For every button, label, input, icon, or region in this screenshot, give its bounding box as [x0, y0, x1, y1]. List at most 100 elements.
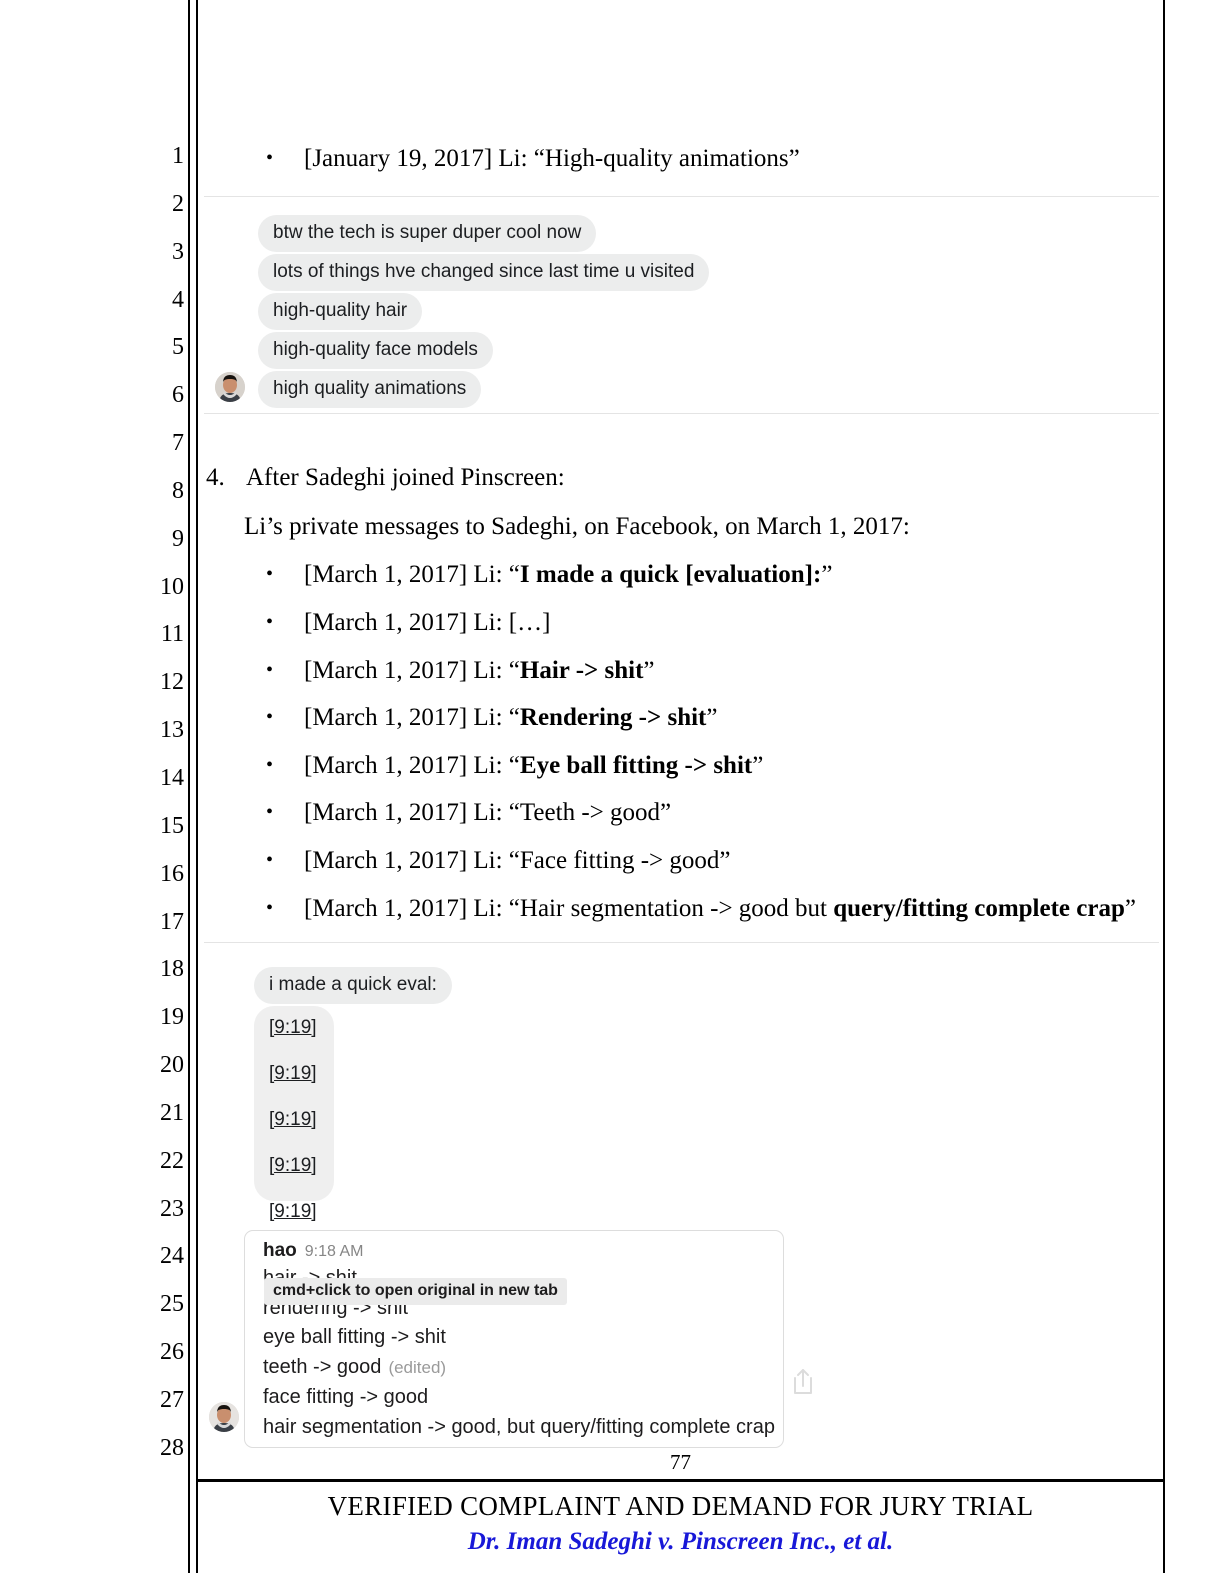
page-number: 77 [670, 1450, 691, 1474]
line-number: 17 [160, 908, 184, 935]
line-number: 21 [160, 1099, 184, 1126]
bullet-march-1-evaluation: • [March 1, 2017] Li: “I made a quick [e… [266, 559, 832, 590]
line-number: 6 [172, 382, 184, 409]
hao-avatar [209, 1402, 239, 1432]
cmd-click-tooltip: cmd+click to open original in new tab [264, 1278, 567, 1305]
message-bubble: lots of things hve changed since last ti… [258, 254, 710, 291]
footer-rule [198, 1479, 1163, 1482]
bullet-bold: I made a quick [evaluation]: [519, 561, 822, 588]
message-row: btw the tech is super duper cool now [258, 215, 597, 252]
bullet-tail: ” [706, 704, 718, 731]
bullet-text: [March 1, 2017] Li: “Eye ball fitting ->… [304, 750, 763, 781]
bullet-march-1-teeth: • [March 1, 2017] Li: “Teeth -> good” [266, 797, 671, 828]
timestamp-link[interactable]: [9:19] [269, 1109, 317, 1131]
line-number: 24 [160, 1243, 184, 1270]
intro-paragraph: Li’s private messages to Sadeghi, on Fac… [244, 513, 910, 540]
bullet-marker: • [266, 147, 274, 169]
slack-edited-badge: (edited) [388, 1358, 447, 1377]
bullet-bold: Hair -> shit [519, 657, 644, 684]
line-number: 28 [160, 1434, 184, 1461]
screenshot-top-divider [204, 196, 1159, 197]
numbered-item-4: 4. After Sadeghi joined Pinscreen: [206, 462, 565, 493]
slack-timestamp[interactable]: 9:18 AM [305, 1243, 364, 1260]
timestamp-link[interactable]: [9:19] [269, 1063, 317, 1085]
bullet-march-1-hairsegmentation: • [March 1, 2017] Li: “Hair segmentation… [266, 893, 1136, 924]
message-bubble: btw the tech is super duper cool now [258, 215, 597, 252]
bullet-bold: Rendering -> shit [519, 704, 707, 731]
timestamp-link[interactable]: [9:19] [269, 1017, 317, 1039]
bullet-january-19: • [January 19, 2017] Li: “High-quality a… [266, 143, 800, 174]
document-body: • [January 19, 2017] Li: “High-quality a… [204, 0, 1159, 1573]
bullet-tail: ” [821, 561, 833, 588]
bullet-plain: [March 1, 2017] Li: “ [304, 657, 520, 684]
share-icon[interactable] [789, 1366, 817, 1396]
line-number: 19 [160, 1004, 184, 1031]
bullet-marker: • [266, 897, 274, 919]
pleading-page: 1 2 3 4 5 6 7 8 9 10 11 12 13 14 15 16 1… [0, 0, 1216, 1573]
bullet-plain: [March 1, 2017] Li: […] [304, 609, 551, 636]
line-number: 14 [160, 764, 184, 791]
line-number: 22 [160, 1147, 184, 1174]
line-number: 4 [172, 286, 184, 313]
bullet-plain: [March 1, 2017] Li: “Hair segmentation -… [304, 895, 834, 922]
bullet-marker: • [266, 563, 274, 585]
line-number: 13 [160, 717, 184, 744]
timestamp-bubble: [9:19] [9:19] [9:19] [9:19] [9:19] [254, 1006, 334, 1222]
footer-title: VERIFIED COMPLAINT AND DEMAND FOR JURY T… [327, 1491, 1034, 1521]
bullet-tail: ” [1124, 895, 1136, 922]
slack-line: hair segmentation -> good, but query/fit… [263, 1416, 775, 1438]
right-rule [1163, 0, 1165, 1573]
hao-avatar [215, 372, 245, 402]
timestamp-link[interactable]: [9:19] [269, 1201, 317, 1223]
bullet-marker: • [266, 849, 274, 871]
bullet-bold: query/fitting complete crap [833, 895, 1125, 922]
bullet-text: [March 1, 2017] Li: “Face fitting -> goo… [304, 845, 730, 876]
bullet-marker: • [266, 659, 274, 681]
bullet-marker: • [266, 611, 274, 633]
message-row: i made a quick eval: [254, 967, 452, 1004]
bullet-bold: Eye ball fitting -> shit [519, 752, 753, 779]
message-row: high quality animations [258, 371, 482, 408]
message-bubble: high-quality hair [258, 293, 423, 330]
timestamp-link[interactable]: [9:19] [269, 1155, 317, 1177]
bullet-march-1-eyeball: • [March 1, 2017] Li: “Eye ball fitting … [266, 750, 763, 781]
bullet-plain: [March 1, 2017] Li: “Teeth -> good” [304, 799, 672, 826]
slack-username[interactable]: hao [263, 1240, 297, 1261]
bullet-march-1-hair: • [March 1, 2017] Li: “Hair -> shit” [266, 655, 655, 686]
slack-line: teeth -> good (edited) [263, 1356, 446, 1379]
slack-message-header: hao 9:18 AM [263, 1240, 363, 1262]
bullet-march-1-ellipsis: • [March 1, 2017] Li: […] [266, 607, 550, 638]
line-number: 1 [172, 143, 184, 169]
bullet-marker: • [266, 754, 274, 776]
line-number: 25 [160, 1291, 184, 1318]
timestamps-screenshot: i made a quick eval: [9:19] [9:19] [9:19… [204, 942, 1159, 1237]
message-row: lots of things hve changed since last ti… [258, 254, 710, 291]
line-number: 9 [172, 525, 184, 552]
bullet-text: [March 1, 2017] Li: “Teeth -> good” [304, 797, 671, 828]
left-inner-rule [196, 0, 198, 1573]
line-number: 26 [160, 1339, 184, 1366]
slack-line-text: teeth -> good [263, 1356, 382, 1378]
screenshot-top-divider [204, 942, 1159, 943]
bullet-plain: [March 1, 2017] Li: “ [304, 704, 520, 731]
bullet-tail: ” [643, 657, 655, 684]
message-row: high-quality face models [258, 332, 493, 369]
message-row: high-quality hair [258, 293, 423, 330]
bullet-text: [March 1, 2017] Li: “Hair -> shit” [304, 655, 655, 686]
bullet-march-1-rendering: • [March 1, 2017] Li: “Rendering -> shit… [266, 702, 718, 733]
slack-line: eye ball fitting -> shit [263, 1326, 446, 1348]
line-number: 16 [160, 860, 184, 887]
bullet-text: [March 1, 2017] Li: “I made a quick [eva… [304, 559, 832, 590]
message-bubble: high quality animations [258, 371, 482, 408]
slack-line: face fitting -> good [263, 1386, 429, 1408]
line-number: 18 [160, 956, 184, 983]
line-number: 12 [160, 669, 184, 696]
bullet-text: [January 19, 2017] Li: “High-quality ani… [304, 145, 800, 172]
slack-screenshot: hao9:18 AM hair -> shit rendering -> shi… [204, 1230, 1159, 1448]
line-number: 8 [172, 477, 184, 504]
numbered-item-text: After Sadeghi joined Pinscreen: [246, 464, 565, 491]
list-marker: 4. [206, 464, 225, 491]
line-number: 7 [172, 430, 184, 457]
message-bubble: i made a quick eval: [254, 967, 452, 1004]
line-number: 11 [160, 621, 184, 648]
